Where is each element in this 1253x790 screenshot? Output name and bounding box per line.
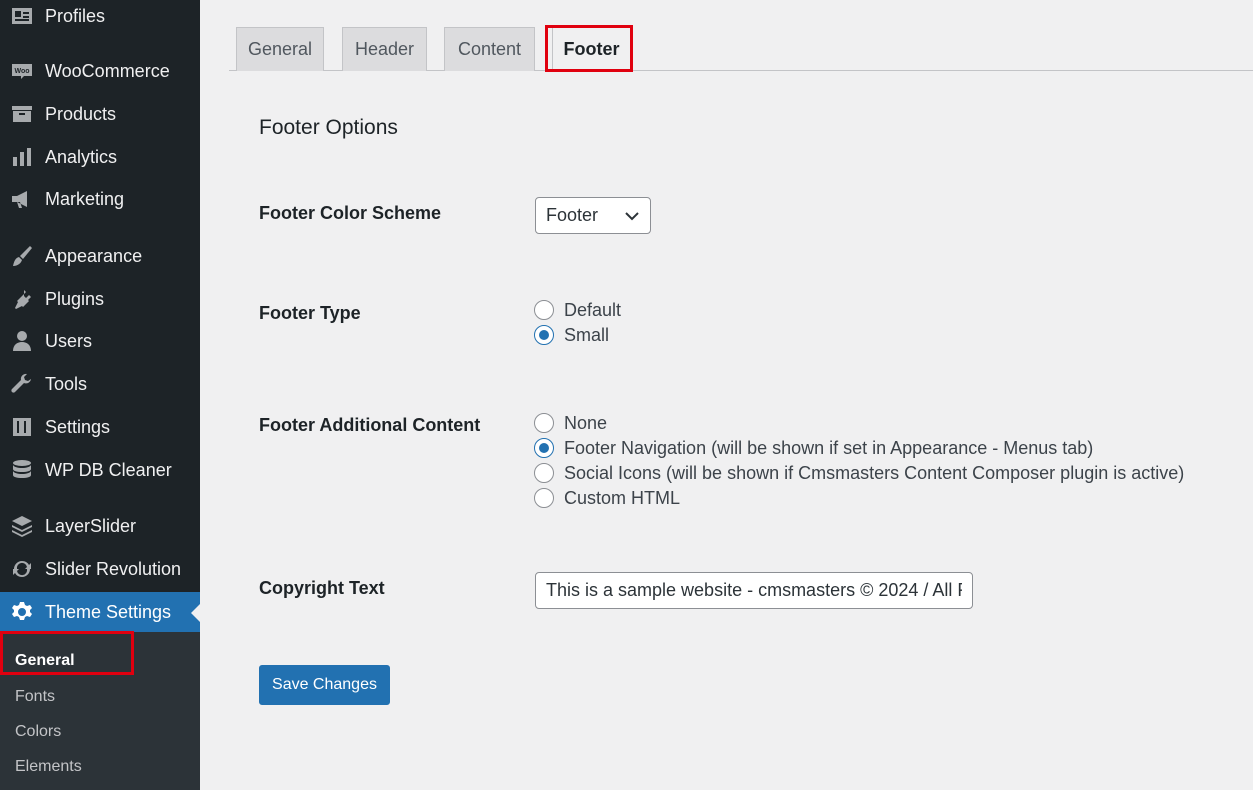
sidebar-item-settings[interactable]: Settings: [0, 407, 200, 447]
submenu-item-general[interactable]: General: [15, 652, 75, 670]
woo-icon: Woo: [10, 59, 34, 83]
paintbrush-icon: [10, 244, 34, 268]
tab-header[interactable]: Header: [342, 27, 427, 71]
sidebar-item-wp-db-cleaner[interactable]: WP DB Cleaner: [0, 450, 200, 490]
footer-type-option-small[interactable]: Small: [534, 324, 609, 346]
tab-footer[interactable]: Footer: [552, 27, 631, 71]
copyright-text-label: Copyright Text: [259, 578, 385, 598]
radio-button-checked[interactable]: [534, 325, 554, 345]
tab-general[interactable]: General: [236, 27, 324, 71]
radio-button-checked[interactable]: [534, 438, 554, 458]
sidebar-item-label: Users: [45, 330, 93, 351]
sidebar-item-appearance[interactable]: Appearance: [0, 236, 200, 276]
footer-type-label: Footer Type: [259, 303, 361, 323]
radio-label: None: [564, 412, 608, 433]
additional-content-option-custom-html[interactable]: Custom HTML: [534, 487, 680, 509]
radio-button[interactable]: [534, 300, 554, 320]
additional-content-option-none[interactable]: None: [534, 412, 607, 434]
sidebar-item-tools[interactable]: Tools: [0, 364, 200, 404]
page-title: Footer Options: [259, 116, 398, 139]
copyright-text-input[interactable]: [535, 572, 973, 609]
admin-sidebar: Profiles Woo WooCommerce Products Analyt…: [0, 0, 200, 790]
chevron-down-icon: [625, 212, 639, 221]
footer-color-scheme-label: Footer Color Scheme: [259, 203, 442, 223]
footer-color-scheme-select[interactable]: Footer: [535, 197, 651, 234]
sidebar-item-slider-revolution[interactable]: Slider Revolution: [0, 549, 200, 589]
svg-text:Woo: Woo: [14, 68, 29, 75]
sidebar-item-label: Settings: [45, 416, 111, 437]
additional-content-option-footer-navigation[interactable]: Footer Navigation (will be shown if set …: [534, 437, 1093, 459]
submenu-item-colors[interactable]: Colors: [15, 723, 61, 741]
sidebar-item-label: Appearance: [45, 245, 143, 266]
sidebar-item-layerslider[interactable]: LayerSlider: [0, 506, 200, 546]
radio-label: Default: [564, 299, 622, 320]
sidebar-item-label: Slider Revolution: [45, 558, 182, 579]
radio-label: Small: [564, 324, 610, 345]
sidebar-item-label: Marketing: [45, 188, 125, 209]
sidebar-item-label: WP DB Cleaner: [45, 459, 172, 480]
radio-label: Custom HTML: [564, 487, 681, 508]
sidebar-item-label: LayerSlider: [45, 515, 137, 536]
tab-content[interactable]: Content: [444, 27, 535, 71]
sliders-icon: [10, 415, 34, 439]
sidebar-item-label: Plugins: [45, 288, 105, 309]
submenu-item-elements[interactable]: Elements: [15, 758, 82, 776]
plug-icon: [10, 287, 34, 311]
radio-label: Footer Navigation (will be shown if set …: [564, 437, 1094, 458]
footer-additional-content-label: Footer Additional Content: [259, 415, 481, 435]
sidebar-item-woocommerce[interactable]: Woo WooCommerce: [0, 51, 200, 91]
database-icon: [10, 458, 34, 482]
sidebar-item-label: Analytics: [45, 146, 118, 167]
radio-label: Social Icons (will be shown if Cmsmaster…: [564, 462, 1185, 483]
sidebar-item-label: Profiles: [45, 5, 106, 26]
submenu-item-fonts[interactable]: Fonts: [15, 688, 55, 706]
radio-button[interactable]: [534, 413, 554, 433]
footer-type-option-default[interactable]: Default: [534, 299, 621, 321]
layers-icon: [10, 514, 34, 538]
sidebar-item-label: Theme Settings: [45, 601, 172, 622]
wrench-icon: [10, 372, 34, 396]
sidebar-item-users[interactable]: Users: [0, 321, 200, 361]
gear-icon: [10, 600, 34, 624]
sidebar-item-profiles[interactable]: Profiles: [0, 0, 200, 36]
megaphone-icon: [10, 187, 34, 211]
sidebar-item-label: Tools: [45, 373, 88, 394]
profile-card-icon: [10, 4, 34, 28]
archive-box-icon: [10, 102, 34, 126]
current-indicator-arrow: [191, 604, 200, 622]
save-changes-button[interactable]: Save Changes: [259, 665, 390, 705]
theme-settings-submenu: General Fonts Colors Elements: [0, 632, 200, 790]
user-icon: [10, 329, 34, 353]
sidebar-item-label: WooCommerce: [45, 60, 170, 81]
radio-button[interactable]: [534, 488, 554, 508]
sidebar-item-theme-settings[interactable]: Theme Settings: [0, 592, 200, 632]
bar-chart-icon: [10, 145, 34, 169]
sidebar-item-plugins[interactable]: Plugins: [0, 279, 200, 319]
additional-content-option-social-icons[interactable]: Social Icons (will be shown if Cmsmaster…: [534, 462, 1184, 484]
select-value: Footer: [546, 205, 599, 225]
radio-button[interactable]: [534, 463, 554, 483]
sidebar-item-analytics[interactable]: Analytics: [0, 137, 200, 177]
sidebar-item-label: Products: [45, 103, 117, 124]
sidebar-item-products[interactable]: Products: [0, 94, 200, 134]
refresh-icon: [10, 557, 34, 581]
sidebar-item-marketing[interactable]: Marketing: [0, 179, 200, 219]
